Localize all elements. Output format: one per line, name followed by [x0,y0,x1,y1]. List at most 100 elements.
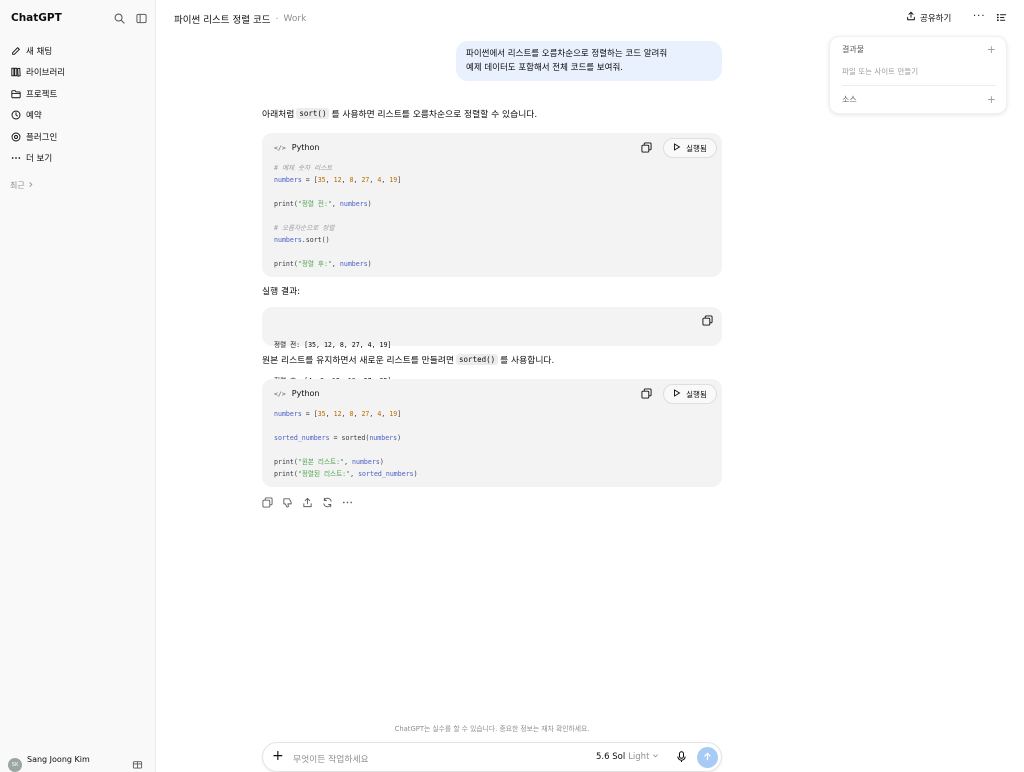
panel-toggle-icon[interactable] [996,12,1007,23]
search-icon[interactable] [112,11,126,25]
sidebar-item-label: 새 채팅 [26,46,53,57]
code-icon: </> [274,389,286,398]
sidebar-section-recent[interactable]: 최근 [10,180,34,191]
brand-title[interactable]: ChatGPT [11,12,62,24]
code-language: Python [291,143,320,152]
sidebar-item-new-chat[interactable]: 새 채팅 [0,40,156,62]
play-icon [673,143,681,153]
code-string: "원본 리스트:" [297,458,345,466]
run-button[interactable]: 실행됨 [663,384,717,404]
message-composer: + 무엇이든 작업하세요 5.6 Sol Light [262,742,722,772]
library-icon [10,67,21,78]
disclaimer: ChatGPT는 실수를 할 수 있습니다. 중요한 정보는 재차 확인하세요. [394,725,590,733]
edit-icon [10,45,21,56]
paragraph-text: 를 사용합니다. [500,356,555,366]
add-attachment-icon[interactable]: + [272,749,284,763]
model-selector[interactable]: 5.6 Sol Light [596,752,659,762]
results-row[interactable]: 결과물 + [842,44,996,55]
send-button[interactable] [697,747,718,768]
copy-icon[interactable] [641,388,652,399]
code-line: numbers = [35, 12, 8, 27, 4, 19] [274,410,402,418]
share-button[interactable]: 공유하기 [906,11,951,24]
message-input[interactable]: 무엇이든 작업하세요 [293,752,369,765]
run-button[interactable]: 실행됨 [663,138,717,158]
copy-icon[interactable] [641,142,652,153]
model-variant: Light [628,752,650,762]
add-result-icon[interactable]: + [987,44,996,55]
code-line: print("정렬 후:", numbers) [274,260,372,268]
results-title: 결과물 [842,45,865,54]
sidebar-item-scheduled[interactable]: 예약 [0,105,156,127]
sources-title: 소스 [842,95,857,104]
at-icon [10,131,21,142]
paragraph-text: 원본 리스트를 유지하면서 새로운 리스트를 만들려면 [262,356,455,366]
share-icon[interactable] [302,497,313,508]
top-bar: 파이썬 리스트 정렬 코드 · Work 공유하기 ··· [156,0,1024,36]
code-line: numbers = [35, 12, 8, 27, 4, 19] [274,176,402,184]
sidebar-item-label: 플러그인 [26,132,58,143]
sidebar-item-label: 예약 [26,111,42,122]
play-icon [673,389,681,399]
folder-icon [10,88,21,99]
code-comment: # 오름차순으로 정렬 [274,224,335,232]
code-string: "정렬 후:" [297,260,332,268]
regenerate-icon[interactable] [322,497,333,508]
sidebar: ChatGPT 새 채팅 라이브러리 프로젝트 예약 플러그인 더 보기 최근 … [0,0,156,772]
result-label: 실행 결과: [262,284,300,297]
model-name: 5.6 Sol [596,752,626,762]
assistant-paragraph: 원본 리스트를 유지하면서 새로운 리스트를 만들려면 sorted() 를 사… [262,353,554,366]
clock-icon [10,110,21,121]
share-icon [906,11,916,24]
code-comment: # 예제 숫자 리스트 [274,164,333,172]
microphone-icon[interactable] [676,751,687,763]
user-message-line: 파이썬에서 리스트를 오름차순으로 정렬하는 코드 알려줘 [466,49,668,59]
code-block-header: </> Python [274,143,319,152]
code-language: Python [291,389,320,398]
arrow-up-icon [703,752,712,764]
code-string: "정렬 전:" [297,200,332,208]
results-subtitle[interactable]: 파일 또는 사이트 만들기 [842,66,918,77]
gift-icon[interactable] [132,758,143,769]
add-source-icon[interactable]: + [987,94,996,105]
more-icon[interactable] [342,497,353,508]
more-options-button[interactable]: ··· [973,11,986,22]
message-actions [262,497,353,508]
copy-icon[interactable] [262,497,273,508]
project-name: Work [283,14,307,24]
inline-code: sorted() [456,354,499,365]
code-string: "정렬된 리스트:" [297,470,351,478]
sidebar-item-label: 프로젝트 [26,89,58,100]
inline-code: sort() [296,108,330,119]
share-label: 공유하기 [920,13,952,24]
divider [842,85,996,86]
assistant-paragraph: 아래처럼 sort() 를 사용하면 리스트를 오름차순으로 정렬할 수 있습니… [262,107,537,120]
page-title: 파이썬 리스트 정렬 코드 [174,15,271,26]
code-line: numbers.sort() [274,236,330,244]
code-icon: </> [274,143,286,152]
sidebar-toggle-icon[interactable] [134,11,148,25]
paragraph-text: 를 사용하면 리스트를 오름차순으로 정렬할 수 있습니다. [331,110,538,120]
thumbs-down-icon[interactable] [282,497,293,508]
artifacts-panel: 결과물 + 파일 또는 사이트 만들기 소스 + [829,36,1007,114]
title-separator: · [275,13,279,25]
user-message-line: 예제 데이터도 포함해서 전체 코드를 보여줘. [466,63,623,73]
sidebar-item-plugins[interactable]: 플러그인 [0,126,156,148]
chevron-down-icon [652,752,659,762]
sources-row[interactable]: 소스 + [842,94,996,105]
paragraph-text: 실행 결과: [262,287,301,297]
copy-icon[interactable] [702,315,713,326]
code-content[interactable]: numbers = [35, 12, 8, 27, 4, 19] sorted_… [274,408,418,480]
user-menu[interactable]: SK Sang Joong Kim [0,752,156,772]
user-message: 파이썬에서 리스트를 오름차순으로 정렬하는 코드 알려줘 예제 데이터도 포함… [456,41,722,81]
code-block: </> Python 실행됨 numbers = [35, 12, 8, 27,… [262,379,722,487]
avatar: SK [8,758,22,772]
output-block: 정렬 전: [35, 12, 8, 27, 4, 19] 정렬 후: [4, 8… [262,307,722,385]
conversation-title[interactable]: 파이썬 리스트 정렬 코드 · Work [174,12,307,27]
sidebar-item-library[interactable]: 라이브러리 [0,62,156,84]
sidebar-item-projects[interactable]: 프로젝트 [0,83,156,105]
code-line: print("정렬된 리스트:", sorted_numbers) [274,470,418,478]
sidebar-item-more[interactable]: 더 보기 [0,148,156,170]
code-block-header: </> Python [274,389,319,398]
code-content[interactable]: # 예제 숫자 리스트 numbers = [35, 12, 8, 27, 4, … [274,162,401,270]
sidebar-item-label: 더 보기 [26,154,53,165]
